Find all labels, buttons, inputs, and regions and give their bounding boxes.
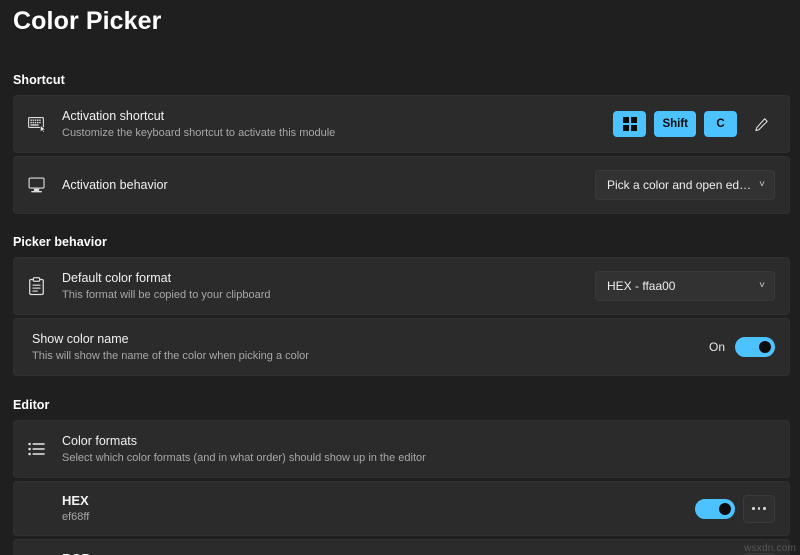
monitor-icon [28,176,58,194]
section-header-shortcut: Shortcut [13,73,65,87]
color-formats-row: Color formats Select which color formats… [13,420,790,478]
default-color-format-text: Default color format This format will be… [58,270,595,303]
section-header-picker-behavior: Picker behavior [13,235,107,249]
format-rgb-text: RGB rgb(239, 104, 255) [28,550,695,555]
format-hex-controls [695,494,775,523]
dot [757,507,761,510]
dot [763,507,766,510]
format-row-rgb[interactable]: RGB rgb(239, 104, 255) [13,539,790,555]
shortcut-key-c[interactable]: C [704,111,737,137]
format-hex-text: HEX ef68ff [28,492,695,525]
show-color-name-text: Show color name This will show the name … [28,331,709,364]
toggle-knob [719,502,731,515]
color-formats-subtitle: Select which color formats (and in what … [62,451,426,464]
shortcut-key-shift[interactable]: Shift [654,111,696,137]
dot [752,507,755,510]
activation-behavior-row[interactable]: Activation behavior Pick a color and ope… [13,156,790,214]
color-picker-settings-page: Color Picker Shortcut Activation shortcu… [0,0,800,555]
edit-shortcut-button[interactable] [747,111,775,137]
default-color-format-row[interactable]: Default color format This format will be… [13,257,790,315]
shortcut-keys-group: Shift C [613,111,775,137]
activation-behavior-control: Pick a color and open editor ˅ [595,170,775,200]
default-color-format-title: Default color format [62,270,172,285]
chevron-down-icon: ˅ [759,280,765,291]
list-icon [28,441,58,457]
clipboard-icon [28,276,58,296]
show-color-name-toggle-label: On [708,340,725,354]
default-color-format-control: HEX - ffaa00 ˅ [595,271,775,301]
show-color-name-toggle-wrap[interactable]: On [709,337,775,357]
show-color-name-control: On [709,337,775,357]
format-hex-more-button[interactable] [743,494,775,523]
format-rgb-name: RGB [62,550,695,555]
activation-behavior-text: Activation behavior [58,177,595,194]
shortcut-key-windows[interactable] [613,111,647,137]
show-color-name-toggle[interactable] [735,337,775,357]
editor-card-group: Color formats Select which color formats… [13,420,790,555]
shortcut-card-group: Activation shortcut Customize the keyboa… [13,95,790,214]
default-color-format-value: HEX - ffaa00 [607,279,676,293]
format-hex-name: HEX [62,493,89,508]
show-color-name-subtitle: This will show the name of the color whe… [32,349,309,362]
section-header-editor: Editor [13,398,50,412]
format-hex-sample: ef68ff [62,511,90,523]
color-formats-title: Color formats [62,433,138,448]
chevron-down-icon: ˅ [759,179,765,190]
activation-shortcut-row[interactable]: Activation shortcut Customize the keyboa… [13,95,790,153]
default-color-format-subtitle: This format will be copied to your clipb… [62,288,271,301]
windows-logo-icon [622,117,637,131]
default-color-format-dropdown[interactable]: HEX - ffaa00 ˅ [595,271,775,301]
activation-behavior-value: Pick a color and open editor [607,178,754,192]
pencil-icon [754,117,768,131]
keyboard-shortcut-icon [28,116,58,133]
activation-shortcut-title: Activation shortcut [62,108,165,123]
show-color-name-title: Show color name [32,331,129,346]
watermark: wsxdn.com [744,543,796,554]
activation-shortcut-text: Activation shortcut Customize the keyboa… [58,108,613,141]
page-title: Color Picker [13,7,162,35]
show-color-name-row[interactable]: Show color name This will show the name … [13,318,790,376]
picker-behavior-card-group: Default color format This format will be… [13,257,790,376]
activation-shortcut-subtitle: Customize the keyboard shortcut to activ… [62,126,336,139]
format-hex-toggle[interactable] [695,498,735,519]
format-row-hex[interactable]: HEX ef68ff [13,481,790,536]
color-formats-text: Color formats Select which color formats… [58,433,775,466]
activation-behavior-dropdown[interactable]: Pick a color and open editor ˅ [595,170,775,200]
toggle-knob [759,341,771,353]
activation-behavior-title: Activation behavior [62,177,168,192]
